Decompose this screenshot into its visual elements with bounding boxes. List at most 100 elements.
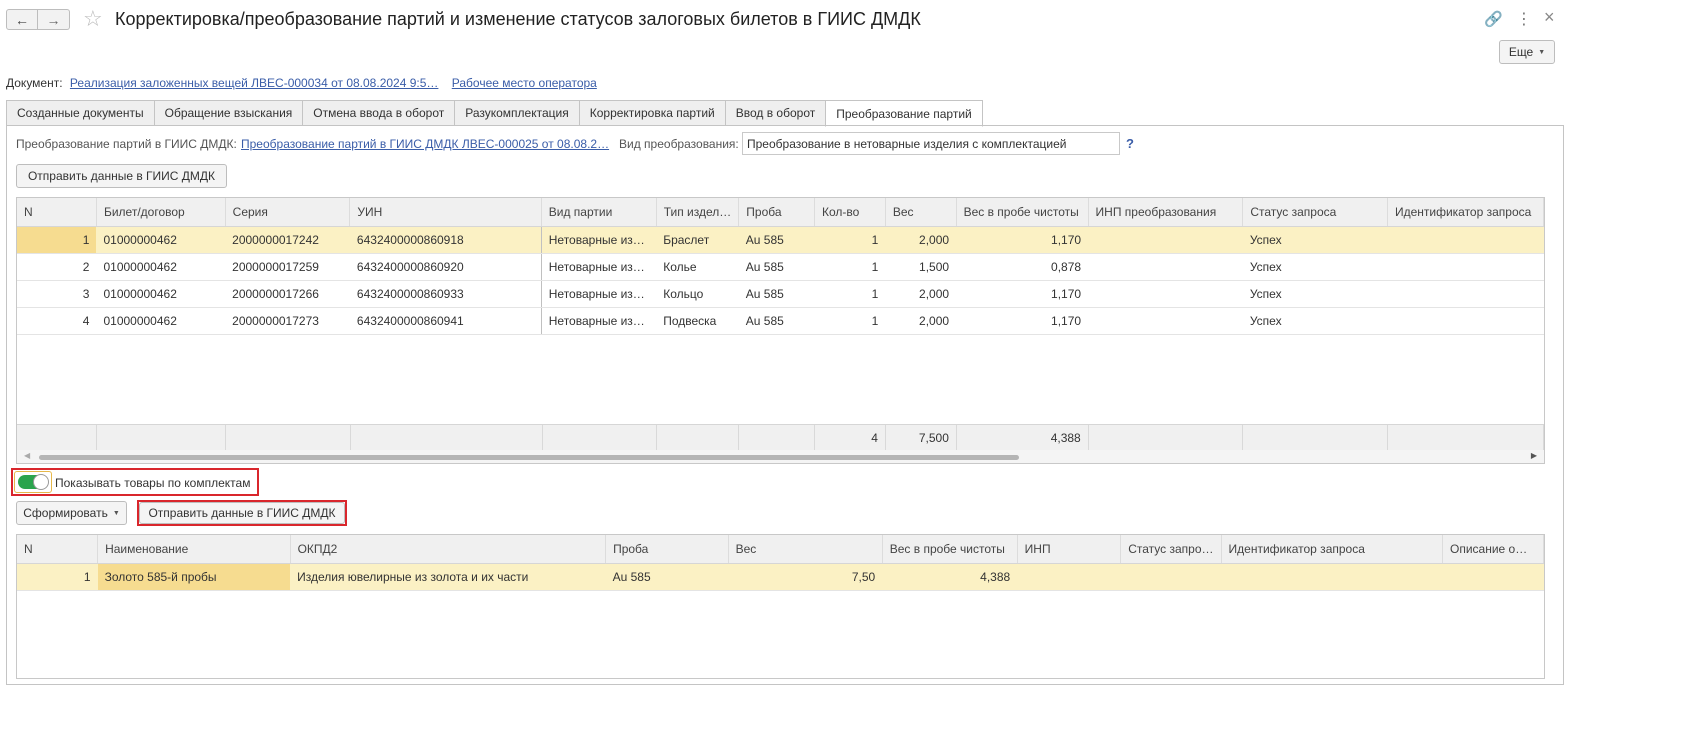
- link-icon[interactable]: 🔗: [1484, 10, 1503, 28]
- cell-item-type[interactable]: Браслет: [656, 226, 739, 254]
- help-icon[interactable]: ?: [1126, 136, 1134, 151]
- column-header[interactable]: ИНП преобразования: [1088, 198, 1244, 227]
- tab-batch-correction[interactable]: Корректировка партий: [578, 100, 725, 126]
- table-row[interactable]: 3 01000000462 2000000017266 643240000086…: [17, 280, 1544, 308]
- column-header[interactable]: N: [17, 198, 97, 227]
- cell-request-id[interactable]: [1387, 253, 1544, 281]
- cell-ticket[interactable]: 01000000462: [96, 226, 226, 254]
- column-header[interactable]: ОКПД2: [290, 535, 607, 564]
- cell-assay[interactable]: Au 585: [738, 253, 815, 281]
- cell-weight[interactable]: 2,000: [885, 226, 957, 254]
- cell-status[interactable]: [1120, 563, 1222, 591]
- cell-pure-weight[interactable]: 4,388: [882, 563, 1018, 591]
- star-icon[interactable]: ☆: [83, 7, 103, 31]
- cell-ticket[interactable]: 01000000462: [96, 253, 226, 281]
- close-icon[interactable]: ×: [1544, 7, 1555, 28]
- column-header[interactable]: Вес: [728, 535, 883, 564]
- column-header[interactable]: Вид партии: [541, 198, 657, 227]
- cell-uin[interactable]: 6432400000860933: [349, 280, 542, 308]
- cell-request-id[interactable]: [1221, 563, 1443, 591]
- cell-assay[interactable]: Au 585: [738, 280, 815, 308]
- column-header[interactable]: УИН: [349, 198, 542, 227]
- cell-item-type[interactable]: Кольцо: [656, 280, 739, 308]
- send-to-giis-button[interactable]: Отправить данные в ГИИС ДМДК: [16, 164, 227, 188]
- tab-circulation-entry[interactable]: Ввод в оборот: [724, 100, 826, 126]
- column-header[interactable]: Вес в пробе чистоты: [956, 198, 1089, 227]
- cell-request-id[interactable]: [1387, 226, 1544, 254]
- show-by-kits-toggle[interactable]: [14, 471, 52, 493]
- cell-pure-weight[interactable]: 1,170: [956, 280, 1089, 308]
- cell-uin[interactable]: 6432400000860918: [349, 226, 542, 254]
- cell-batch-kind[interactable]: Нетоварные из…: [540, 280, 657, 308]
- conversion-link[interactable]: Преобразование партий в ГИИС ДМДК ЛВЕС-0…: [241, 137, 609, 151]
- cell-uin[interactable]: 6432400000860920: [349, 253, 542, 281]
- column-header[interactable]: Билет/договор: [96, 198, 226, 227]
- cell-assay[interactable]: Au 585: [738, 307, 815, 335]
- tab-disassembly[interactable]: Разукомплектация: [454, 100, 579, 126]
- table-row[interactable]: 1 Золото 585-й пробы Изделия ювелирные и…: [17, 563, 1544, 591]
- cell-ticket[interactable]: 01000000462: [96, 307, 226, 335]
- cell-item-type[interactable]: Подвеска: [656, 307, 739, 335]
- cell-okpd2[interactable]: Изделия ювелирные из золота и их части: [290, 563, 606, 591]
- cell-n[interactable]: 3: [17, 280, 97, 308]
- column-header[interactable]: Идентификатор запроса: [1387, 198, 1544, 227]
- column-header[interactable]: Наименование: [97, 535, 291, 564]
- cell-qty[interactable]: 1: [814, 226, 886, 254]
- column-header[interactable]: Вес: [885, 198, 957, 227]
- cell-inp[interactable]: [1088, 307, 1243, 335]
- conversion-kind-field[interactable]: Преобразование в нетоварные изделия с ко…: [742, 132, 1120, 155]
- scroll-right-icon[interactable]: ▶: [1531, 451, 1537, 460]
- cell-assay[interactable]: Au 585: [605, 563, 729, 591]
- cell-inp[interactable]: [1088, 280, 1243, 308]
- form-button[interactable]: Сформировать ▼: [16, 501, 127, 525]
- cell-batch-kind[interactable]: Нетоварные из…: [540, 253, 657, 281]
- cell-inp[interactable]: [1088, 253, 1243, 281]
- cell-series[interactable]: 2000000017242: [225, 226, 350, 254]
- more-button[interactable]: Еще ▼: [1499, 40, 1555, 64]
- column-header[interactable]: Серия: [225, 198, 351, 227]
- cell-weight[interactable]: 7,50: [728, 563, 883, 591]
- cell-inp[interactable]: [1088, 226, 1243, 254]
- cell-uin[interactable]: 6432400000860941: [349, 307, 542, 335]
- scrollbar-thumb[interactable]: [39, 455, 1019, 460]
- cell-series[interactable]: 2000000017259: [225, 253, 350, 281]
- back-button[interactable]: ←: [6, 9, 38, 30]
- column-header[interactable]: Проба: [738, 198, 816, 227]
- cell-pure-weight[interactable]: 1,170: [956, 226, 1089, 254]
- cell-ticket[interactable]: 01000000462: [96, 280, 226, 308]
- table-row[interactable]: 1 01000000462 2000000017242 643240000086…: [17, 226, 1544, 254]
- tab-batch-conversion[interactable]: Преобразование партий: [825, 100, 983, 127]
- cell-n[interactable]: 2: [17, 253, 97, 281]
- column-header[interactable]: ИНП: [1017, 535, 1122, 564]
- cell-batch-kind[interactable]: Нетоварные из…: [540, 307, 657, 335]
- forward-button[interactable]: →: [38, 9, 70, 30]
- cell-pure-weight[interactable]: 1,170: [956, 307, 1089, 335]
- table-row[interactable]: 2 01000000462 2000000017259 643240000086…: [17, 253, 1544, 281]
- cell-request-id[interactable]: [1387, 307, 1544, 335]
- cell-qty[interactable]: 1: [814, 307, 886, 335]
- tab-foreclosure[interactable]: Обращение взыскания: [153, 100, 303, 126]
- column-header[interactable]: Проба: [605, 535, 729, 564]
- batches-table[interactable]: N Билет/договор Серия УИН Вид партии Тип…: [16, 197, 1545, 464]
- send-to-giis-button-bottom[interactable]: Отправить данные в ГИИС ДМДК: [139, 502, 345, 524]
- column-header[interactable]: Тип издел…: [656, 198, 740, 227]
- cell-n[interactable]: 4: [17, 307, 97, 335]
- table-row[interactable]: 4 01000000462 2000000017273 643240000086…: [17, 307, 1544, 335]
- cell-request-id[interactable]: [1387, 280, 1544, 308]
- cell-assay[interactable]: Au 585: [738, 226, 815, 254]
- cell-status[interactable]: Успех: [1242, 307, 1388, 335]
- cell-description[interactable]: [1442, 563, 1544, 591]
- scroll-left-icon[interactable]: ◀: [24, 451, 30, 460]
- cell-weight[interactable]: 2,000: [885, 307, 957, 335]
- tab-cancel-circulation[interactable]: Отмена ввода в оборот: [302, 100, 455, 126]
- more-vertical-icon[interactable]: ⋮: [1516, 9, 1532, 29]
- cell-weight[interactable]: 1,500: [885, 253, 957, 281]
- column-header[interactable]: Статус запро…: [1120, 535, 1222, 564]
- cell-weight[interactable]: 2,000: [885, 280, 957, 308]
- cell-status[interactable]: Успех: [1242, 226, 1388, 254]
- cell-n[interactable]: 1: [17, 226, 97, 254]
- column-header[interactable]: Вес в пробе чистоты: [882, 535, 1018, 564]
- column-header[interactable]: N: [17, 535, 99, 564]
- goods-table[interactable]: N Наименование ОКПД2 Проба Вес Вес в про…: [16, 534, 1545, 679]
- cell-batch-kind[interactable]: Нетоварные из…: [540, 226, 657, 254]
